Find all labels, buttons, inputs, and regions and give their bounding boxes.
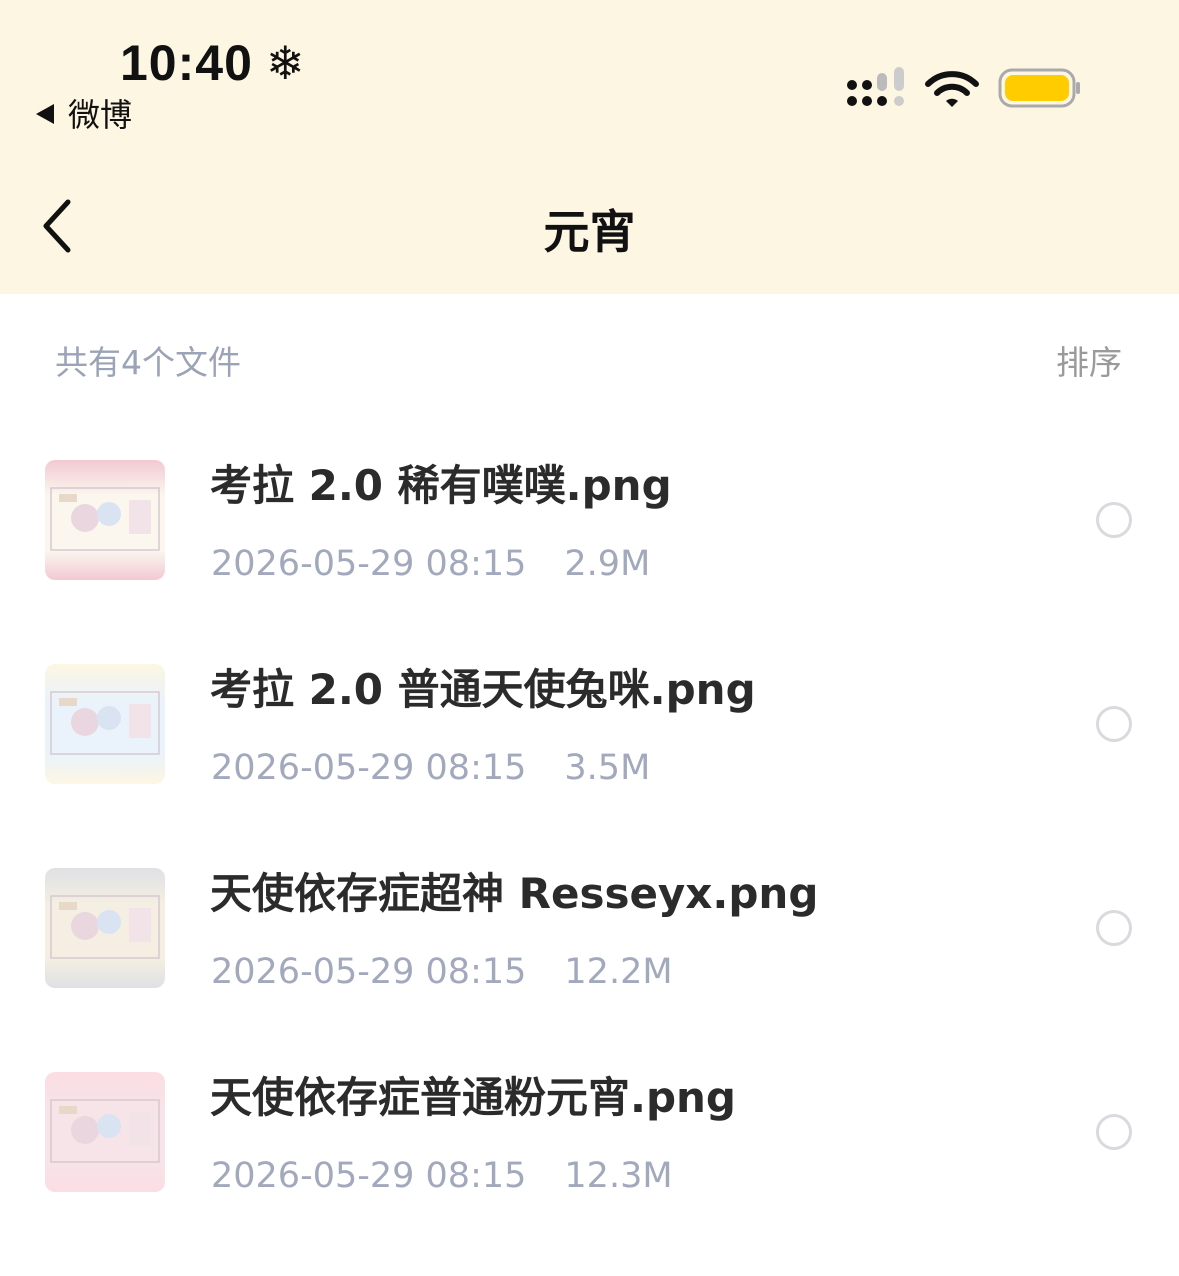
battery-icon bbox=[998, 68, 1080, 108]
page-title: 元宵 bbox=[543, 205, 636, 259]
image-preview-icon bbox=[50, 1099, 160, 1163]
back-to-app-button[interactable]: 微博 bbox=[36, 90, 132, 136]
file-name: 天使依存症普通粉元宵.png bbox=[210, 1073, 736, 1122]
file-row[interactable]: 考拉 2.0 稀有噗噗.png 2026-05-29 08:15 2.9M bbox=[0, 460, 1179, 664]
file-thumbnail bbox=[45, 1072, 165, 1192]
select-radio[interactable] bbox=[1096, 706, 1132, 742]
back-app-label: 微博 bbox=[68, 96, 133, 134]
image-preview-icon bbox=[50, 691, 160, 755]
file-date: 2026-05-29 08:15 bbox=[211, 544, 527, 584]
file-row[interactable]: 考拉 2.0 普通天使兔咪.png 2026-05-29 08:15 3.5M bbox=[0, 664, 1179, 868]
file-name: 考拉 2.0 普通天使兔咪.png bbox=[210, 665, 756, 714]
file-meta: 2026-05-29 08:15 3.5M bbox=[211, 748, 650, 788]
file-meta: 2026-05-29 08:15 12.2M bbox=[211, 952, 673, 992]
file-thumbnail bbox=[45, 664, 165, 784]
file-size: 12.3M bbox=[564, 1156, 673, 1196]
file-row[interactable]: 天使依存症超神 Resseyx.png 2026-05-29 08:15 12.2M bbox=[0, 868, 1179, 1072]
signal-icon bbox=[847, 67, 904, 106]
status-time: 10:40 bbox=[120, 35, 253, 91]
snowflake-icon: ❄ bbox=[266, 36, 305, 90]
file-date: 2026-05-29 08:15 bbox=[211, 748, 527, 788]
file-meta: 2026-05-29 08:15 12.3M bbox=[211, 1156, 673, 1196]
file-name: 考拉 2.0 稀有噗噗.png bbox=[210, 461, 672, 510]
select-radio[interactable] bbox=[1096, 910, 1132, 946]
file-count-summary: 共有4个文件 bbox=[55, 343, 241, 382]
file-thumbnail bbox=[45, 460, 165, 580]
file-meta: 2026-05-29 08:15 2.9M bbox=[211, 544, 650, 584]
file-size: 3.5M bbox=[564, 748, 651, 788]
image-preview-icon bbox=[50, 487, 160, 551]
file-date: 2026-05-29 08:15 bbox=[211, 1156, 527, 1196]
wifi-icon bbox=[925, 71, 979, 107]
image-preview-icon bbox=[50, 895, 160, 959]
sort-button[interactable]: 排序 bbox=[1056, 336, 1122, 384]
battery-fill bbox=[1005, 75, 1069, 101]
file-thumbnail bbox=[45, 868, 165, 988]
file-size: 12.2M bbox=[564, 952, 673, 992]
back-triangle-icon bbox=[36, 104, 54, 124]
file-size: 2.9M bbox=[564, 544, 651, 584]
select-radio[interactable] bbox=[1096, 502, 1132, 538]
file-row[interactable]: 天使依存症普通粉元宵.png 2026-05-29 08:15 12.3M bbox=[0, 1072, 1179, 1276]
select-radio[interactable] bbox=[1096, 1114, 1132, 1150]
file-name: 天使依存症超神 Resseyx.png bbox=[210, 869, 819, 918]
file-date: 2026-05-29 08:15 bbox=[211, 952, 527, 992]
